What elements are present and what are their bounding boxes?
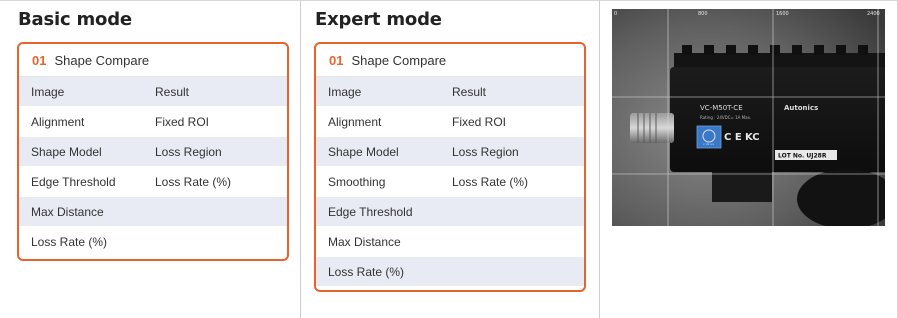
basic-mode-panel: 01 Shape Compare Image Result Alignment …: [17, 42, 289, 261]
parameter-label: Smoothing: [328, 174, 386, 189]
table-row: Max Distance: [316, 227, 584, 257]
table-row: Edge Threshold Loss Rate (%): [19, 167, 287, 197]
parameter-label: Edge Threshold: [31, 174, 116, 189]
column-divider: [300, 0, 301, 318]
panel-header: 01 Shape Compare: [19, 44, 287, 77]
parameter-label: Edge Threshold: [328, 204, 413, 219]
table-row: Image Result: [19, 77, 287, 107]
basic-mode-title: Basic mode: [18, 9, 132, 30]
device-model-label: VC-M50T-CE: [700, 104, 743, 112]
table-row: Smoothing Loss Rate (%): [316, 167, 584, 197]
table-row: Loss Rate (%): [19, 227, 287, 257]
output-label: Result: [452, 84, 487, 99]
table-row: Image Result: [316, 77, 584, 107]
parameter-label: Loss Rate (%): [328, 264, 405, 279]
parameter-label: Image: [31, 84, 65, 99]
output-label: Loss Region: [155, 144, 222, 159]
ul-mark-text: c UL us: [703, 142, 714, 146]
table-row: Alignment Fixed ROI: [316, 107, 584, 137]
output-label: Loss Rate (%): [452, 174, 529, 189]
table-row: Loss Rate (%): [316, 257, 584, 287]
parameter-label: Image: [328, 84, 362, 99]
expert-mode-panel: 01 Shape Compare Image Result Alignment …: [314, 42, 586, 292]
device-rating-label: Rating : 24VDC= 1A Max.: [700, 115, 751, 120]
ruler-tick: 0: [614, 11, 617, 17]
lot-number-text: LOT No. UJ28R: [778, 153, 827, 160]
table-row: Max Distance: [19, 197, 287, 227]
parameter-label: Alignment: [31, 114, 85, 129]
ruler-tick: 800: [698, 11, 708, 17]
table-row: Edge Threshold: [316, 197, 584, 227]
parameter-label: Alignment: [328, 114, 382, 129]
parameter-label: Loss Rate (%): [31, 234, 108, 249]
tool-number: 01: [329, 52, 344, 68]
parameter-label: Max Distance: [328, 234, 401, 249]
column-divider: [599, 0, 600, 318]
ruler-tick: 2400: [867, 11, 880, 17]
parameter-label: Shape Model: [31, 144, 102, 159]
output-label: Result: [155, 84, 190, 99]
parameter-label: Max Distance: [31, 204, 104, 219]
table-row: Alignment Fixed ROI: [19, 107, 287, 137]
lot-label: LOT No. UJ28R: [775, 150, 837, 160]
table-row: Shape Model Loss Region: [316, 137, 584, 167]
output-label: Loss Rate (%): [155, 174, 232, 189]
expert-mode-title: Expert mode: [315, 9, 442, 30]
top-rule: [0, 0, 897, 1]
connector: [630, 113, 674, 143]
brand-label: Autonics: [784, 104, 818, 112]
tool-name: Shape Compare: [54, 52, 150, 68]
table-row: Shape Model Loss Region: [19, 137, 287, 167]
ruler-tick: 1600: [776, 11, 789, 17]
panel-header: 01 Shape Compare: [316, 44, 584, 77]
output-label: Fixed ROI: [155, 114, 210, 129]
kc-mark: KC: [745, 132, 760, 143]
tool-number: 01: [32, 52, 47, 68]
output-label: Fixed ROI: [452, 114, 507, 129]
tool-name: Shape Compare: [351, 52, 447, 68]
camera-image: 0 800 1600 2400 VC-M50T-CE Rating : 24VD…: [612, 9, 885, 226]
ce-mark: C E: [724, 132, 742, 143]
output-label: Loss Region: [452, 144, 519, 159]
parameter-label: Shape Model: [328, 144, 399, 159]
camera-image-viewer[interactable]: 0 800 1600 2400 VC-M50T-CE Rating : 24VD…: [612, 9, 885, 226]
